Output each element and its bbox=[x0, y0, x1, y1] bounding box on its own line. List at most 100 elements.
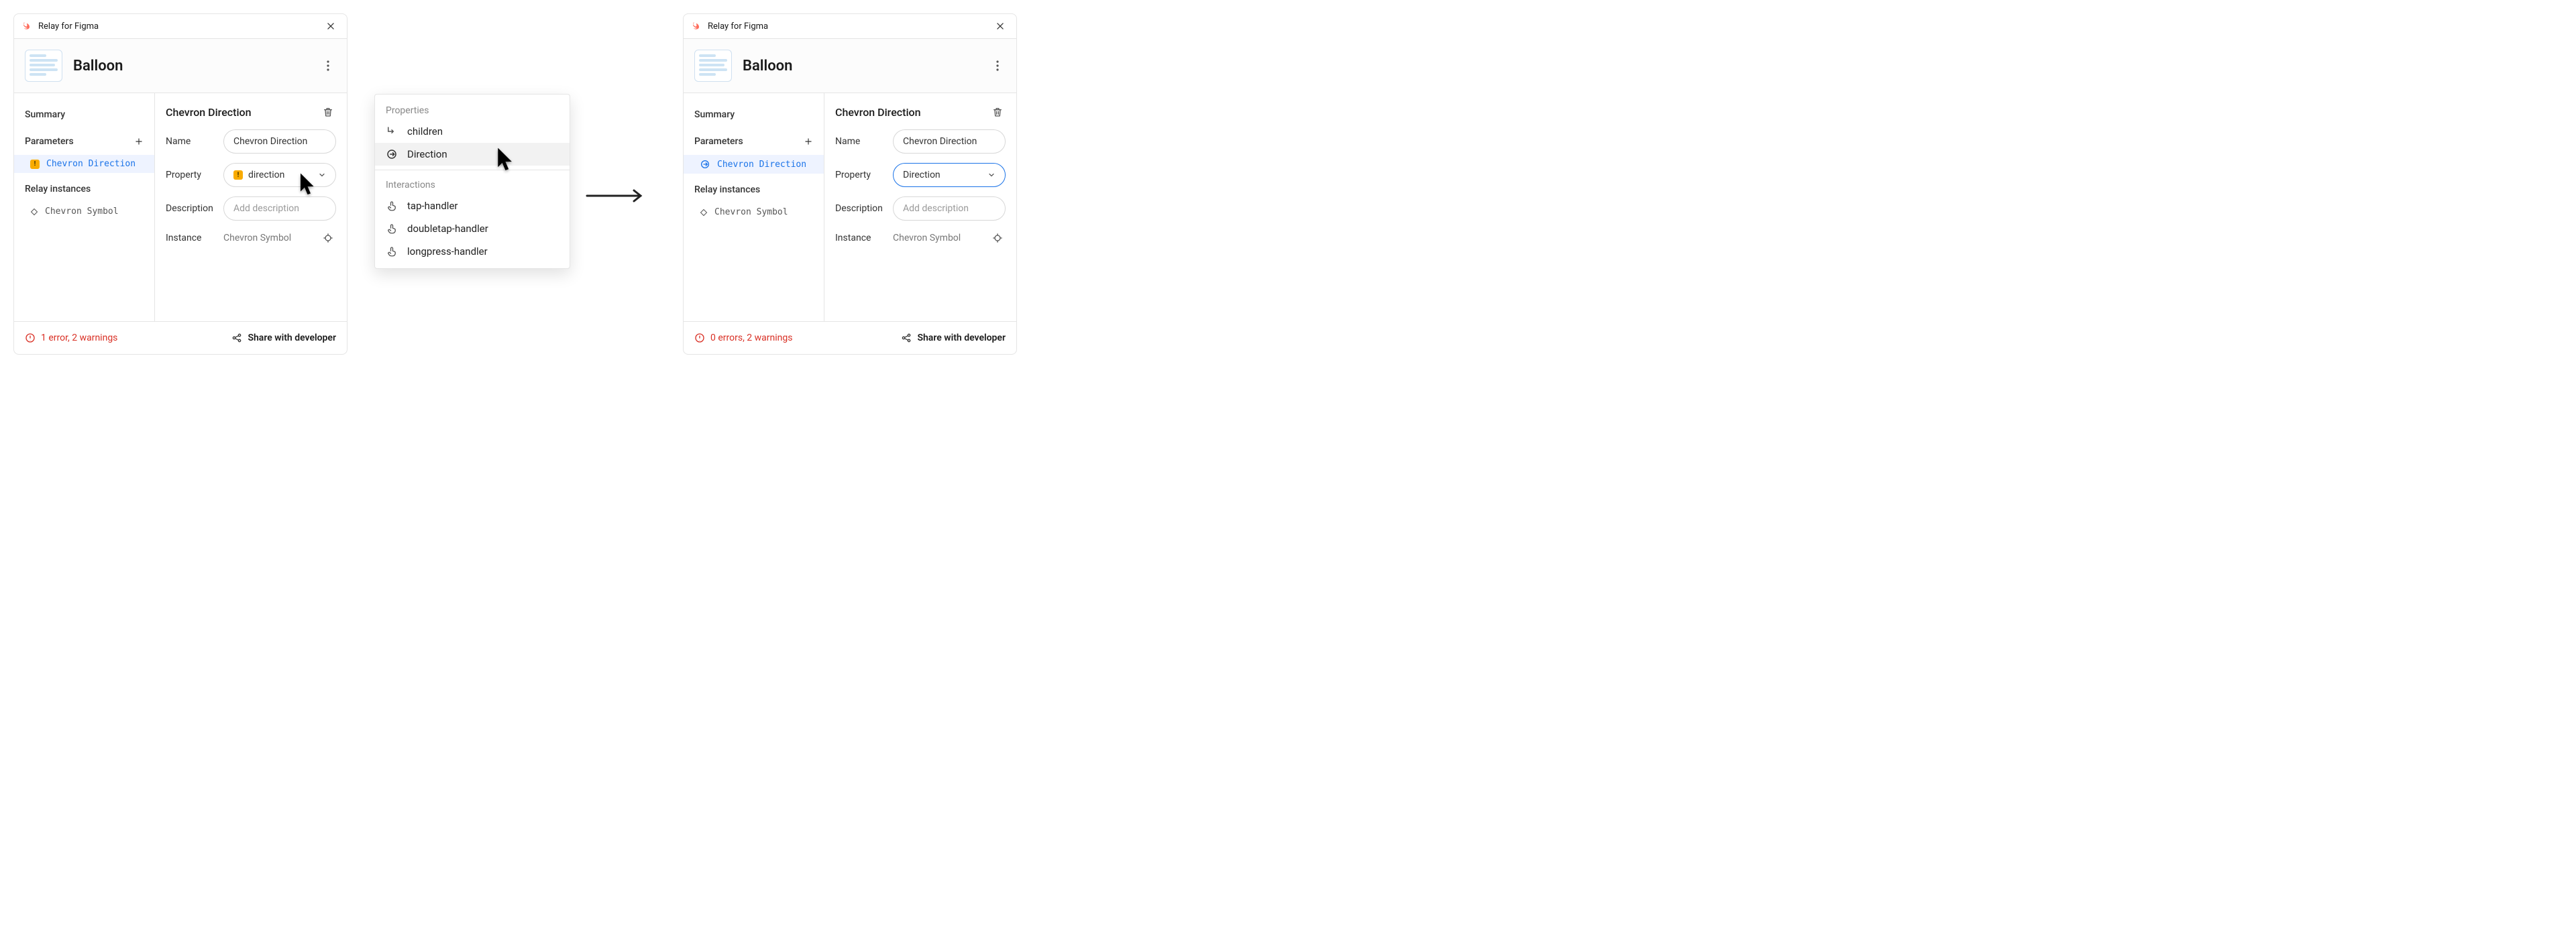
popover-item-children[interactable]: children bbox=[375, 120, 570, 143]
sidebar-param-item[interactable]: ! Chevron Direction bbox=[14, 155, 154, 173]
target-icon[interactable] bbox=[989, 230, 1006, 246]
share-label: Share with developer bbox=[248, 333, 336, 343]
sidebar-param-item-label: Chevron Direction bbox=[717, 160, 806, 170]
description-placeholder: Add description bbox=[233, 203, 299, 214]
direction-icon bbox=[386, 148, 398, 160]
longpress-icon bbox=[386, 245, 398, 257]
property-popover: Properties children Direction Interactio… bbox=[374, 94, 570, 269]
popover-item-longpress[interactable]: longpress-handler bbox=[375, 240, 570, 263]
name-input-value: Chevron Direction bbox=[233, 136, 307, 147]
chevron-down-icon bbox=[318, 171, 326, 179]
sidebar-summary[interactable]: Summary bbox=[14, 101, 154, 128]
add-parameter-icon[interactable] bbox=[134, 137, 144, 146]
name-input[interactable]: Chevron Direction bbox=[893, 129, 1006, 154]
close-icon[interactable] bbox=[323, 18, 339, 34]
chevron-down-icon bbox=[987, 171, 996, 179]
description-input[interactable]: Add description bbox=[893, 196, 1006, 221]
relay-panel-after: Relay for Figma Balloon Summary bbox=[683, 13, 1017, 355]
tap-icon bbox=[386, 200, 398, 212]
component-name: Balloon bbox=[73, 58, 309, 74]
sidebar-instance-item-label: Chevron Symbol bbox=[45, 207, 119, 217]
popover-item-tap[interactable]: tap-handler bbox=[375, 194, 570, 217]
transition-column: Properties children Direction Interactio… bbox=[374, 13, 656, 362]
name-input[interactable]: Chevron Direction bbox=[223, 129, 336, 154]
popover-properties-heading: Properties bbox=[375, 100, 570, 120]
more-icon[interactable] bbox=[320, 58, 336, 74]
description-placeholder: Add description bbox=[903, 203, 969, 214]
add-parameter-icon[interactable] bbox=[804, 137, 813, 146]
share-label: Share with developer bbox=[917, 333, 1006, 343]
sidebar-param-item-label: Chevron Direction bbox=[46, 159, 136, 169]
panel-title: Relay for Figma bbox=[38, 21, 99, 32]
panel-footer: 0 errors, 2 warnings Share with develope… bbox=[684, 321, 1016, 354]
detail-title: Chevron Direction bbox=[166, 106, 252, 119]
relay-logo-icon bbox=[22, 21, 33, 32]
warning-badge-icon: ! bbox=[30, 160, 40, 169]
sidebar-instance-item-label: Chevron Symbol bbox=[714, 207, 788, 217]
error-icon bbox=[694, 333, 705, 343]
diamond-icon bbox=[700, 209, 708, 217]
description-label: Description bbox=[835, 203, 885, 214]
popover-item-doubletap[interactable]: doubletap-handler bbox=[375, 217, 570, 240]
sidebar-summary-label: Summary bbox=[694, 109, 735, 120]
component-name: Balloon bbox=[743, 58, 979, 74]
detail-pane: Chevron Direction Name Chevron Direction… bbox=[824, 93, 1016, 321]
share-icon bbox=[901, 333, 912, 343]
name-label: Name bbox=[835, 136, 885, 147]
popover-item-label: doubletap-handler bbox=[407, 223, 488, 235]
popover-item-direction[interactable]: Direction bbox=[375, 143, 570, 166]
panel-title: Relay for Figma bbox=[708, 21, 768, 32]
panel-footer: 1 error, 2 warnings Share with developer bbox=[14, 321, 347, 354]
description-input[interactable]: Add description bbox=[223, 196, 336, 221]
description-label: Description bbox=[166, 203, 215, 214]
error-status[interactable]: 0 errors, 2 warnings bbox=[710, 333, 792, 343]
component-header: Balloon bbox=[14, 39, 347, 93]
property-select-value: direction bbox=[248, 170, 284, 180]
sidebar-parameters-label: Parameters bbox=[694, 136, 743, 147]
popover-item-label: Direction bbox=[407, 148, 447, 160]
instance-label: Instance bbox=[835, 233, 885, 243]
panel-titlebar: Relay for Figma bbox=[684, 14, 1016, 39]
trash-icon[interactable] bbox=[989, 104, 1006, 120]
sidebar: Summary Parameters Chevron Direction bbox=[684, 93, 824, 321]
share-button[interactable]: Share with developer bbox=[231, 333, 336, 343]
instance-value: Chevron Symbol bbox=[223, 233, 312, 243]
doubletap-icon bbox=[386, 223, 398, 235]
relay-logo-icon bbox=[692, 21, 702, 32]
sidebar-summary-label: Summary bbox=[25, 109, 65, 120]
sidebar-summary[interactable]: Summary bbox=[684, 101, 824, 128]
detail-pane: Chevron Direction Name Chevron Direction… bbox=[155, 93, 347, 321]
sidebar-relay-instances[interactable]: Relay instances bbox=[14, 176, 154, 202]
popover-item-label: longpress-handler bbox=[407, 245, 488, 257]
sidebar-parameters[interactable]: Parameters bbox=[684, 128, 824, 155]
sidebar-relay-instances-label: Relay instances bbox=[694, 184, 760, 195]
trash-icon[interactable] bbox=[320, 104, 336, 120]
sidebar-instance-item[interactable]: Chevron Symbol bbox=[14, 202, 154, 221]
popover-item-label: children bbox=[407, 125, 443, 137]
property-select[interactable]: Direction bbox=[893, 163, 1006, 187]
instance-label: Instance bbox=[166, 233, 215, 243]
sidebar-relay-instances[interactable]: Relay instances bbox=[684, 176, 824, 203]
children-icon bbox=[386, 125, 398, 137]
warning-badge-icon: ! bbox=[233, 170, 243, 180]
direction-icon bbox=[700, 159, 710, 170]
sidebar-instance-item[interactable]: Chevron Symbol bbox=[684, 203, 824, 221]
target-icon[interactable] bbox=[320, 230, 336, 246]
popover-interactions-heading: Interactions bbox=[375, 174, 570, 194]
arrow-right-icon bbox=[586, 188, 646, 204]
component-header: Balloon bbox=[684, 39, 1016, 93]
error-status[interactable]: 1 error, 2 warnings bbox=[41, 333, 117, 343]
more-icon[interactable] bbox=[989, 58, 1006, 74]
share-button[interactable]: Share with developer bbox=[901, 333, 1006, 343]
property-select[interactable]: ! direction bbox=[223, 163, 336, 187]
property-label: Property bbox=[835, 170, 885, 180]
instance-value: Chevron Symbol bbox=[893, 233, 981, 243]
detail-title: Chevron Direction bbox=[835, 106, 921, 119]
cursor-icon bbox=[496, 147, 517, 172]
name-label: Name bbox=[166, 136, 215, 147]
close-icon[interactable] bbox=[992, 18, 1008, 34]
share-icon bbox=[231, 333, 242, 343]
sidebar-param-item[interactable]: Chevron Direction bbox=[684, 155, 824, 174]
name-input-value: Chevron Direction bbox=[903, 136, 977, 147]
sidebar-parameters[interactable]: Parameters bbox=[14, 128, 154, 155]
